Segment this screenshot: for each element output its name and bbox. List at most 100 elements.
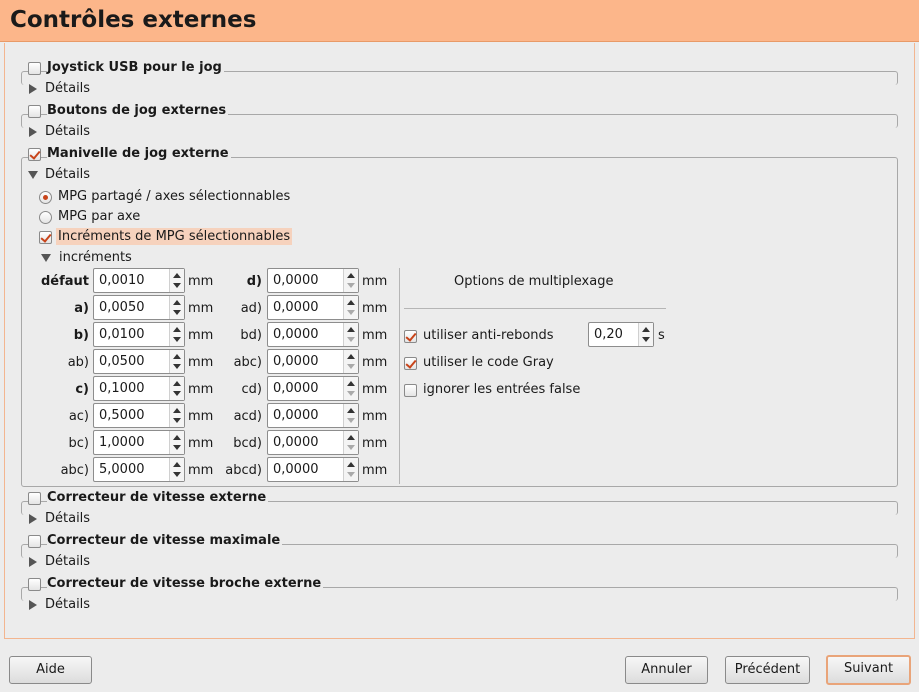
increment-spinner[interactable]: 0,0000 [267,322,359,347]
spin-up-icon[interactable] [347,273,355,278]
spinner-arrows[interactable] [169,404,184,427]
spin-up-icon[interactable] [347,381,355,386]
spin-up-icon[interactable] [347,408,355,413]
spin-down-icon[interactable] [347,391,355,396]
increment-spinner[interactable]: 0,0000 [267,349,359,374]
joystick-checkbox[interactable] [28,62,41,75]
expander-right-icon[interactable] [29,557,37,567]
spin-down-icon[interactable] [173,472,181,477]
expander-down-icon[interactable] [41,254,51,262]
spin-up-icon[interactable] [173,381,181,386]
increment-spinner[interactable]: 0,0050 [93,295,185,320]
increment-spinner[interactable]: 5,0000 [93,457,185,482]
spin-up-icon[interactable] [347,435,355,440]
spin-down-icon[interactable] [347,310,355,315]
spin-up-icon[interactable] [173,435,181,440]
spin-down-icon[interactable] [173,364,181,369]
jog-buttons-details[interactable]: Détails [45,124,90,139]
spin-up-icon[interactable] [347,462,355,467]
increment-spinner[interactable]: 0,0000 [267,430,359,455]
spin-down-icon[interactable] [347,445,355,450]
max-velocity-details[interactable]: Détails [45,554,90,569]
spinner-arrows[interactable] [343,404,358,427]
ignore-false-checkbox[interactable] [404,384,417,397]
spindle-override-details[interactable]: Détails [45,597,90,612]
feed-override-details[interactable]: Détails [45,511,90,526]
spinner-arrows[interactable] [343,458,358,481]
increment-spinner[interactable]: 0,0000 [267,376,359,401]
gray-code-label[interactable]: utiliser le code Gray [423,355,554,370]
spin-up-icon[interactable] [173,327,181,332]
increment-spinner[interactable]: 0,0100 [93,322,185,347]
spinner-arrows[interactable] [343,377,358,400]
radio-per-axis-label[interactable]: MPG par axe [58,209,140,224]
spin-up-icon[interactable] [173,354,181,359]
selectable-increments-label[interactable]: Incréments de MPG sélectionnables [56,228,293,245]
debounce-checkbox[interactable] [404,330,417,343]
spin-down-icon[interactable] [173,418,181,423]
debounce-spinner[interactable]: 0,20 [588,322,654,347]
increment-spinner[interactable]: 0,0000 [267,268,359,293]
feed-override-checkbox[interactable] [28,492,41,505]
spindle-override-checkbox[interactable] [28,578,41,591]
jog-buttons-checkbox[interactable] [28,105,41,118]
next-button[interactable]: Suivant [826,655,911,685]
spin-up-icon[interactable] [347,300,355,305]
spin-up-icon[interactable] [173,462,181,467]
expander-right-icon[interactable] [29,127,37,137]
spinner-arrows[interactable] [343,269,358,292]
spin-down-icon[interactable] [173,310,181,315]
spinner-arrows[interactable] [169,269,184,292]
increment-spinner[interactable]: 0,0000 [267,295,359,320]
increment-spinner[interactable]: 0,0500 [93,349,185,374]
mpg-details[interactable]: Détails [45,167,90,182]
spin-down-icon[interactable] [173,283,181,288]
radio-per-axis[interactable] [39,211,52,224]
increment-spinner[interactable]: 0,0010 [93,268,185,293]
spin-down-icon[interactable] [347,418,355,423]
spinner-arrows[interactable] [169,350,184,373]
spinner-arrows[interactable] [169,377,184,400]
selectable-increments-checkbox[interactable] [39,231,52,244]
spinner-arrows[interactable] [169,458,184,481]
spinner-arrows[interactable] [343,431,358,454]
radio-shared-label[interactable]: MPG partagé / axes sélectionnables [58,189,290,204]
increment-spinner[interactable]: 0,1000 [93,376,185,401]
joystick-details[interactable]: Détails [45,81,90,96]
spin-down-icon[interactable] [173,337,181,342]
spin-down-icon[interactable] [173,445,181,450]
spin-up-icon[interactable] [173,300,181,305]
spinner-arrows[interactable] [343,350,358,373]
increment-spinner[interactable]: 0,5000 [93,403,185,428]
spin-up-icon[interactable] [347,354,355,359]
gray-code-checkbox[interactable] [404,357,417,370]
expander-right-icon[interactable] [29,600,37,610]
cancel-button[interactable]: Annuler [625,656,708,684]
spin-up-icon[interactable] [347,327,355,332]
spin-down-icon[interactable] [642,337,650,342]
expander-right-icon[interactable] [29,514,37,524]
spinner-arrows[interactable] [638,323,653,346]
help-button[interactable]: Aide [9,656,92,684]
spinner-arrows[interactable] [343,296,358,319]
previous-button[interactable]: Précédent [725,656,810,684]
spin-down-icon[interactable] [347,283,355,288]
expander-right-icon[interactable] [29,84,37,94]
spinner-arrows[interactable] [169,431,184,454]
spin-down-icon[interactable] [347,364,355,369]
ignore-false-label[interactable]: ignorer les entrées false [423,382,580,397]
spinner-arrows[interactable] [169,323,184,346]
spin-down-icon[interactable] [347,472,355,477]
max-velocity-checkbox[interactable] [28,535,41,548]
increment-spinner[interactable]: 1,0000 [93,430,185,455]
spin-up-icon[interactable] [173,408,181,413]
radio-shared[interactable] [39,191,52,204]
expander-down-icon[interactable] [28,171,38,179]
increment-spinner[interactable]: 0,0000 [267,457,359,482]
spin-up-icon[interactable] [642,327,650,332]
spinner-arrows[interactable] [343,323,358,346]
spin-down-icon[interactable] [347,337,355,342]
spin-up-icon[interactable] [173,273,181,278]
spinner-arrows[interactable] [169,296,184,319]
increments-expander[interactable]: incréments [59,250,132,265]
